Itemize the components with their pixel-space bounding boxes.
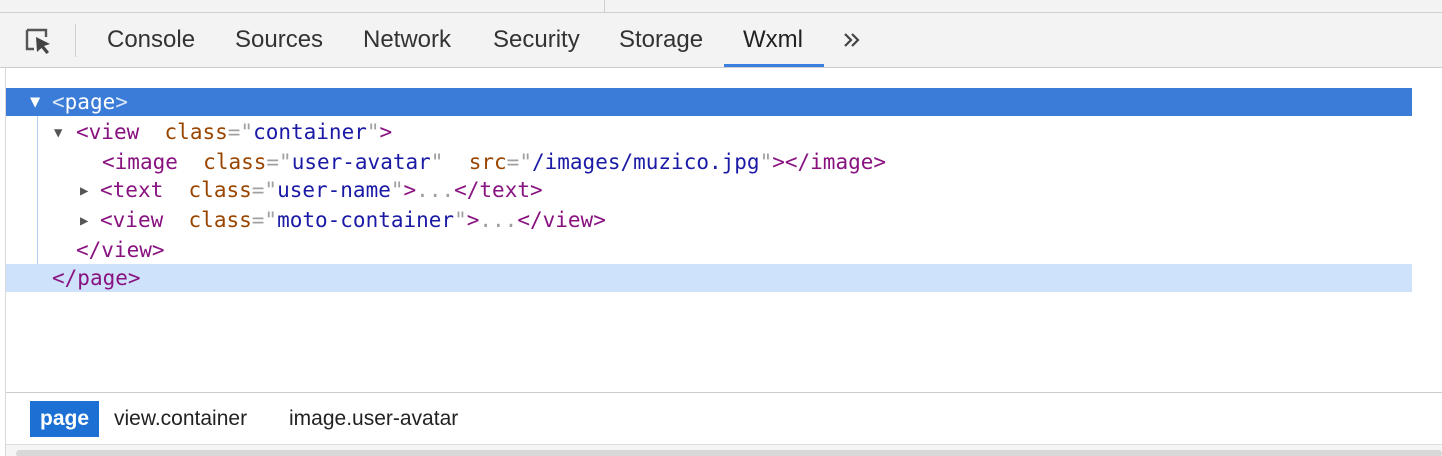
closing-tag-name: text: [479, 178, 530, 202]
closing-tag-name: view: [101, 238, 152, 262]
active-tab-indicator: [724, 64, 824, 67]
tree-row-view-close[interactable]: </view>: [6, 236, 1412, 264]
attr-name: class: [164, 120, 228, 144]
attr-name: class: [188, 208, 252, 232]
devtools-window: Console Sources Network Security Storage…: [0, 0, 1442, 456]
tree-row-page-open[interactable]: ▼ <page>: [6, 88, 1412, 116]
tag-name: image: [114, 150, 178, 174]
inspect-element-button[interactable]: [22, 26, 56, 56]
row-code: <view class="moto-container">...</view>: [100, 208, 606, 232]
collapsed-ellipsis[interactable]: ...: [416, 178, 454, 202]
devtools-toolbar: Console Sources Network Security Storage…: [0, 13, 1442, 68]
row-code: </page>: [52, 266, 141, 290]
row-code: <view class="container">: [76, 120, 393, 144]
collapsed-triangle-icon[interactable]: ▶: [80, 177, 88, 205]
horizontal-scrollbar[interactable]: [6, 444, 1442, 456]
collapsed-ellipsis[interactable]: ...: [479, 208, 517, 232]
tab-wxml[interactable]: Wxml: [743, 13, 803, 68]
tag-name: page: [64, 90, 116, 114]
tab-sources[interactable]: Sources: [235, 13, 323, 68]
more-tabs-button[interactable]: [840, 27, 864, 53]
double-chevron-right-icon: [844, 33, 860, 47]
inspect-cursor-icon: [25, 28, 50, 54]
attr-value: container: [253, 120, 367, 144]
tree-row-view-moto-container[interactable]: ▶ <view class="moto-container">...</view…: [6, 206, 1412, 234]
tag-name: text: [112, 178, 164, 202]
attr-value: user-avatar: [291, 150, 431, 174]
row-code: <image class="user-avatar" src="/images/…: [102, 150, 887, 174]
breadcrumb-item-image-user-avatar[interactable]: image.user-avatar: [289, 401, 458, 437]
attr-value: moto-container: [277, 208, 455, 232]
tree-row-image-user-avatar[interactable]: <image class="user-avatar" src="/images/…: [6, 148, 1412, 176]
row-code: </view>: [76, 238, 165, 262]
closing-tag-name: image: [810, 150, 874, 174]
tab-security[interactable]: Security: [493, 13, 580, 68]
closing-tag-name: page: [77, 266, 128, 290]
row-code: <text class="user-name">...</text>: [100, 178, 543, 202]
attr-value: user-name: [277, 178, 391, 202]
attr-name: class: [188, 178, 252, 202]
breadcrumb: page view.container image.user-avatar: [6, 392, 1442, 444]
closing-tag-name: view: [542, 208, 594, 232]
breadcrumb-item-view-container[interactable]: view.container: [114, 401, 247, 437]
tab-console[interactable]: Console: [107, 13, 195, 68]
tab-storage[interactable]: Storage: [619, 13, 703, 68]
tab-network[interactable]: Network: [363, 13, 451, 68]
row-code: <page>: [52, 90, 128, 114]
tree-row-text-user-name[interactable]: ▶ <text class="user-name">...</text>: [6, 176, 1412, 204]
attr-name: class: [203, 150, 267, 174]
scrollbar-thumb[interactable]: [16, 450, 1442, 456]
attr-value: /images/muzico.jpg: [531, 150, 760, 174]
collapsed-triangle-icon[interactable]: ▶: [80, 207, 88, 235]
panel-splitter[interactable]: [604, 0, 605, 13]
tag-name: view: [112, 208, 164, 232]
tree-row-page-close[interactable]: </page>: [6, 264, 1412, 292]
expanded-triangle-icon[interactable]: ▼: [54, 119, 62, 147]
attr-name: src: [468, 150, 507, 174]
toolbar-separator: [75, 24, 76, 57]
tag-name: view: [88, 120, 140, 144]
breadcrumb-item-page[interactable]: page: [30, 401, 100, 437]
top-strip: [0, 0, 1442, 13]
expanded-triangle-icon[interactable]: ▼: [30, 88, 40, 116]
tree-row-view-container[interactable]: ▼ <view class="container">: [6, 118, 1412, 146]
